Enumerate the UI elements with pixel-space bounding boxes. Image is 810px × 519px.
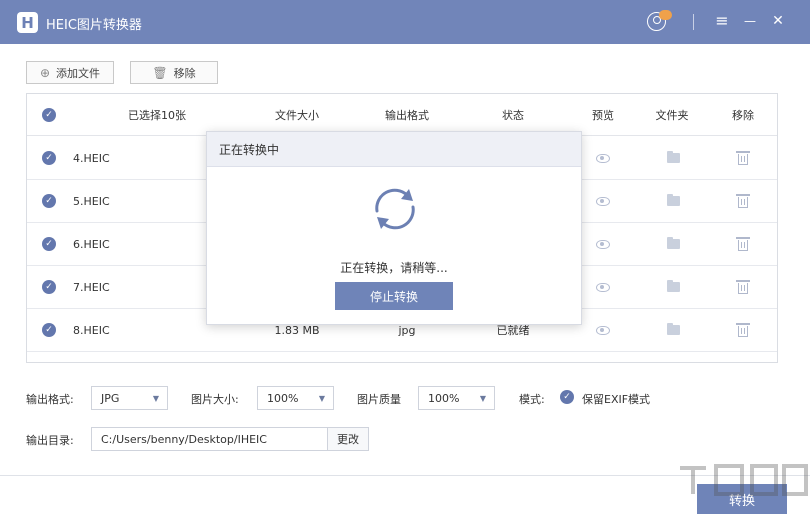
trash-icon: 🗑: [152, 65, 168, 80]
dropdown-caret-icon: ▼: [318, 393, 326, 403]
close-icon[interactable]: ✕: [768, 11, 788, 31]
delete-trash-icon[interactable]: [736, 151, 750, 165]
image-size-label: 图片大小:: [191, 393, 239, 406]
row-checkbox[interactable]: ✓: [42, 237, 56, 251]
preview-eye-icon[interactable]: [596, 325, 610, 335]
add-file-button[interactable]: ⊕ 添加文件: [26, 61, 114, 84]
converting-dialog: 正在转换中 正在转换，请稍等... 停止转换: [206, 131, 582, 325]
row-checkbox[interactable]: ✓: [42, 323, 56, 337]
dialog-message: 正在转换，请稍等...: [340, 261, 448, 275]
folder-icon[interactable]: [666, 280, 680, 292]
header-format: 输出格式: [385, 108, 429, 122]
app-logo-icon: H: [17, 12, 38, 33]
convert-button[interactable]: 转换: [697, 484, 787, 514]
dialog-title: 正在转换中: [207, 132, 581, 167]
titlebar-divider: [693, 14, 694, 30]
delete-trash-icon[interactable]: [736, 323, 750, 337]
refresh-spinner-icon: [375, 188, 415, 230]
image-quality-label: 图片质量: [357, 393, 401, 406]
header-preview: 预览: [592, 108, 614, 122]
header-folder: 文件夹: [655, 108, 689, 122]
header-remove: 移除: [732, 108, 754, 122]
delete-trash-icon[interactable]: [736, 237, 750, 251]
file-name: 8.HEIC: [73, 323, 110, 337]
preview-eye-icon[interactable]: [596, 282, 610, 292]
remove-label: 移除: [173, 66, 196, 80]
header-status: 状态: [502, 108, 524, 122]
menu-icon[interactable]: ≡: [712, 11, 732, 31]
image-size-value: 100%: [267, 391, 299, 405]
delete-trash-icon[interactable]: [736, 194, 750, 208]
add-file-label: 添加文件: [56, 66, 101, 80]
vip-badge-icon: [659, 10, 672, 20]
table-header: ✓ 已选择10张 文件大小 输出格式 状态 预览 文件夹 移除: [27, 94, 777, 136]
folder-icon[interactable]: [666, 237, 680, 249]
folder-icon[interactable]: [666, 323, 680, 335]
row-checkbox[interactable]: ✓: [42, 280, 56, 294]
row-checkbox[interactable]: ✓: [42, 151, 56, 165]
exif-mode-label: 保留EXIF模式: [582, 393, 651, 406]
minimize-icon[interactable]: —: [740, 11, 760, 31]
file-name: 6.HEIC: [73, 237, 110, 251]
output-dir-field[interactable]: C:/Users/benny/Desktop/IHEIC: [91, 427, 328, 451]
stop-convert-button[interactable]: 停止转换: [335, 282, 453, 310]
folder-icon[interactable]: [666, 151, 680, 163]
output-dir-label: 输出目录:: [26, 434, 74, 447]
select-all-checkbox[interactable]: ✓: [42, 107, 56, 122]
mode-label: 模式:: [519, 393, 545, 406]
preview-eye-icon[interactable]: [596, 196, 610, 206]
row-checkbox[interactable]: ✓: [42, 194, 56, 208]
image-size-select[interactable]: 100% ▼: [257, 386, 334, 410]
title-bar: H HEIC图片转换器 ≡ — ✕: [0, 0, 810, 44]
folder-icon[interactable]: [666, 194, 680, 206]
app-title: HEIC图片转换器: [46, 18, 142, 33]
image-quality-value: 100%: [428, 391, 460, 405]
preview-eye-icon[interactable]: [596, 239, 610, 249]
file-name: 5.HEIC: [73, 194, 110, 208]
footer-divider: [0, 475, 810, 476]
exif-mode-checkbox[interactable]: ✓: [560, 390, 574, 404]
image-quality-select[interactable]: 100% ▼: [418, 386, 495, 410]
output-format-label: 输出格式:: [26, 393, 74, 406]
remove-button[interactable]: 🗑 移除: [130, 61, 218, 84]
output-format-select[interactable]: JPG ▼: [91, 386, 168, 410]
dropdown-caret-icon: ▼: [152, 393, 160, 403]
file-name: 4.HEIC: [73, 151, 110, 165]
change-dir-button[interactable]: 更改: [327, 427, 369, 451]
plus-circle-icon: ⊕: [39, 65, 51, 80]
header-selected: 已选择10张: [128, 108, 186, 122]
header-size: 文件大小: [275, 108, 319, 122]
preview-eye-icon[interactable]: [596, 153, 610, 163]
output-format-value: JPG: [101, 391, 120, 405]
dropdown-caret-icon: ▼: [479, 393, 487, 403]
file-name: 7.HEIC: [73, 280, 110, 294]
delete-trash-icon[interactable]: [736, 280, 750, 294]
